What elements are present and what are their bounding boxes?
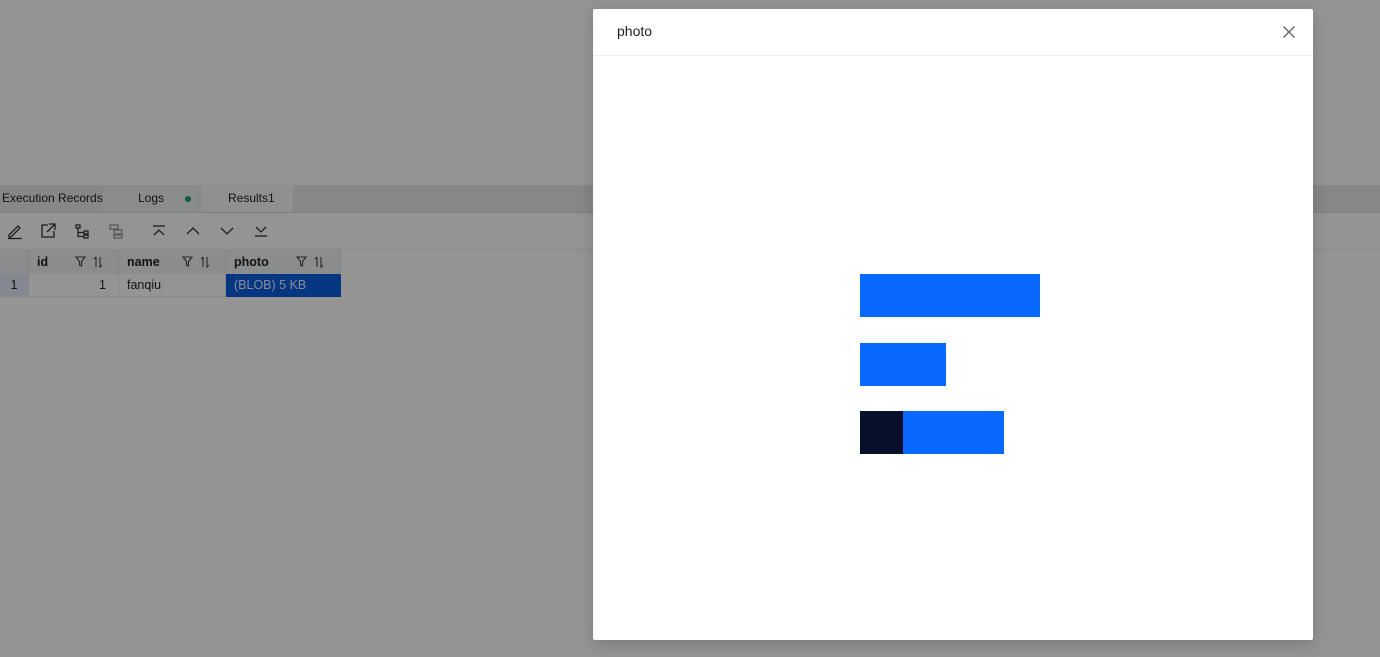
image-preview-dialog: photo [593,9,1313,640]
close-icon[interactable] [1281,24,1297,40]
blob-image-preview [860,274,1040,454]
dialog-header: photo [593,9,1313,56]
image-square [860,411,903,454]
image-bar [860,343,946,386]
image-bar [903,411,1004,454]
dialog-title: photo [617,23,653,39]
dialog-body [593,56,1313,640]
image-bar [860,274,1040,317]
